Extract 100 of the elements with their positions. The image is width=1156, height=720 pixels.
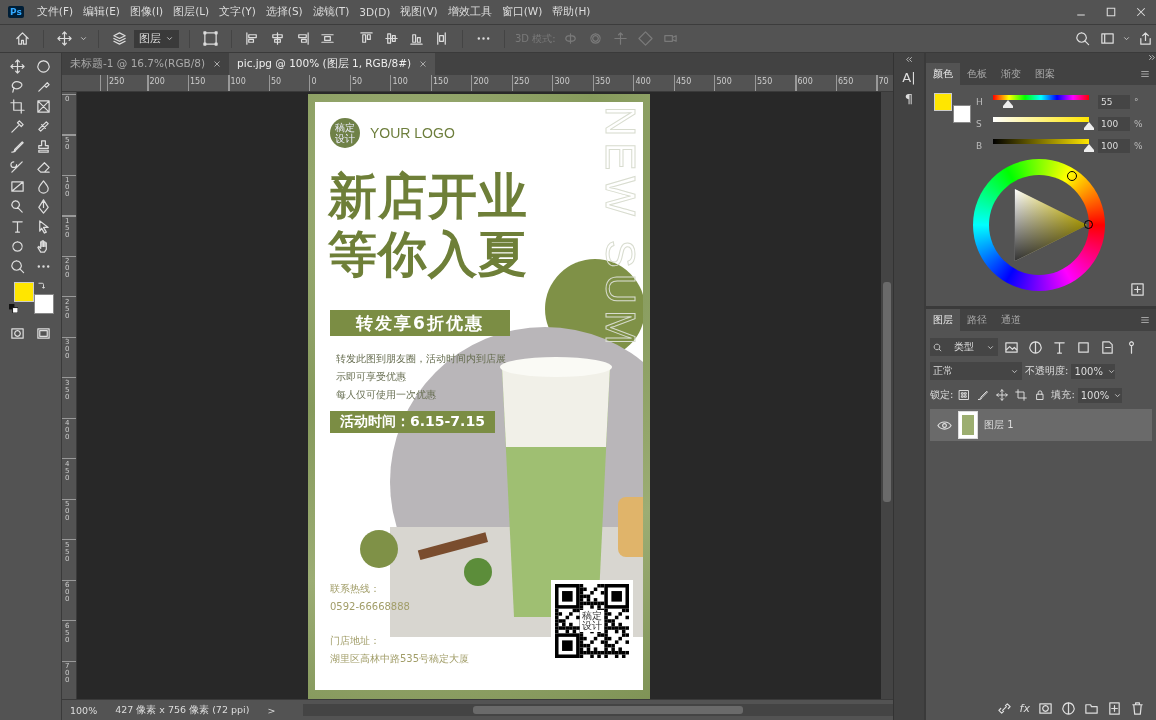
- zoom-level[interactable]: 100%: [70, 704, 98, 716]
- panel-tab[interactable]: 路径: [960, 309, 994, 331]
- adjustment-filter-icon[interactable]: [1028, 339, 1043, 355]
- caret-icon[interactable]: [1122, 34, 1131, 43]
- path-select-icon[interactable]: [36, 219, 51, 234]
- channel-value-field[interactable]: 55: [1098, 94, 1130, 109]
- panel-tab[interactable]: 色板: [960, 63, 994, 85]
- background-color-swatch[interactable]: [953, 105, 971, 123]
- scrollbar-thumb[interactable]: [883, 282, 891, 502]
- shape-filter-icon[interactable]: [1076, 339, 1091, 355]
- paragraph-panel-button[interactable]: ¶: [904, 91, 914, 106]
- layer-row[interactable]: 图层 1: [930, 409, 1152, 441]
- type-icon[interactable]: [10, 219, 25, 234]
- lock-artboard-icon[interactable]: [1015, 389, 1028, 401]
- foreground-color-swatch[interactable]: [13, 282, 34, 302]
- menu-item[interactable]: 编辑(E): [78, 5, 125, 19]
- transform-controls-icon[interactable]: [203, 31, 218, 46]
- menu-item[interactable]: 文件(F): [31, 5, 79, 19]
- expand-icon[interactable]: [1147, 53, 1156, 62]
- stamp-icon[interactable]: [36, 139, 51, 154]
- distribute-icon[interactable]: [320, 31, 335, 46]
- panel-tab[interactable]: 图案: [1028, 63, 1062, 85]
- menu-item[interactable]: 滤镜(T): [307, 5, 355, 19]
- dodge-icon[interactable]: [10, 199, 25, 214]
- scrollbar-thumb[interactable]: [473, 706, 744, 714]
- menu-item[interactable]: 图像(I): [124, 5, 169, 19]
- blur-drop-icon[interactable]: [36, 179, 51, 194]
- move-tool-icon[interactable]: [57, 31, 72, 46]
- close-icon[interactable]: [213, 60, 222, 68]
- home-icon[interactable]: [15, 31, 30, 46]
- auto-select-dropdown[interactable]: 图层: [134, 29, 179, 48]
- elliptical-marquee-icon[interactable]: [36, 59, 51, 74]
- collapse-icon[interactable]: [904, 55, 914, 64]
- menu-item[interactable]: 视图(V): [395, 5, 443, 19]
- channel-value-field[interactable]: 100: [1098, 138, 1130, 153]
- history-brush-icon[interactable]: [10, 159, 25, 174]
- add-color-icon[interactable]: [1130, 282, 1145, 297]
- align-top-icon[interactable]: [359, 31, 374, 46]
- adjustment-layer-icon[interactable]: [1061, 700, 1076, 716]
- smart-object-filter-icon[interactable]: [1100, 339, 1115, 355]
- workspace-icon[interactable]: [1100, 31, 1115, 46]
- align-center-icon[interactable]: [270, 31, 285, 46]
- app-logo[interactable]: Ps: [8, 6, 24, 18]
- pen-icon[interactable]: [36, 199, 51, 214]
- layer-stack-icon[interactable]: [112, 31, 127, 46]
- status-arrow[interactable]: >: [267, 704, 276, 716]
- align-left-icon[interactable]: [245, 31, 260, 46]
- slider-thumb[interactable]: [1002, 100, 1013, 108]
- trash-icon[interactable]: [1130, 700, 1145, 716]
- search-icon[interactable]: [1075, 31, 1090, 46]
- image-filter-icon[interactable]: [1004, 339, 1019, 355]
- panel-tab[interactable]: 渐变: [994, 63, 1028, 85]
- eraser-icon[interactable]: [36, 159, 51, 174]
- align-middle-icon[interactable]: [384, 31, 399, 46]
- align-bottom-icon[interactable]: [409, 31, 424, 46]
- healing-brush-icon[interactable]: [36, 119, 51, 134]
- menu-item[interactable]: 选择(S): [260, 5, 308, 19]
- share-icon[interactable]: [1138, 31, 1153, 46]
- menu-item[interactable]: 增效工具: [442, 5, 497, 19]
- type-filter-icon[interactable]: [1052, 339, 1067, 355]
- menu-item[interactable]: 帮助(H): [547, 5, 596, 19]
- move-tool-icon[interactable]: [10, 59, 25, 74]
- align-right-icon[interactable]: [295, 31, 310, 46]
- character-panel-button[interactable]: A|: [902, 70, 916, 85]
- quick-select-icon[interactable]: [36, 79, 51, 94]
- opacity-field[interactable]: 100%: [1071, 363, 1116, 379]
- zoom-icon[interactable]: [10, 259, 25, 274]
- lock-brush-icon[interactable]: [977, 389, 990, 401]
- panel-tab[interactable]: 图层: [926, 309, 960, 331]
- new-layer-icon[interactable]: [1107, 700, 1122, 716]
- panel-menu-icon[interactable]: [1140, 315, 1150, 325]
- fill-field[interactable]: 100%: [1077, 387, 1122, 403]
- foreground-color-swatch[interactable]: [934, 93, 952, 111]
- channel-value-field[interactable]: 100: [1098, 116, 1130, 131]
- slider-thumb[interactable]: [1084, 144, 1094, 152]
- menu-item[interactable]: 文字(Y): [214, 5, 261, 19]
- distribute-vertical-icon[interactable]: [434, 31, 449, 46]
- screen-mode-icon[interactable]: [36, 326, 51, 341]
- filter-type-dropdown[interactable]: 类型: [930, 338, 998, 356]
- maximize-icon[interactable]: [1105, 6, 1117, 18]
- add-mask-icon[interactable]: [1038, 700, 1053, 716]
- frame-icon[interactable]: [36, 99, 51, 114]
- caret-icon[interactable]: [79, 34, 88, 43]
- lock-all-icon[interactable]: [1034, 389, 1047, 401]
- slider-thumb[interactable]: [1084, 122, 1094, 130]
- blend-mode-dropdown[interactable]: 正常: [930, 362, 1022, 380]
- quick-mask-icon[interactable]: [10, 326, 25, 341]
- eyedropper-icon[interactable]: [10, 119, 25, 134]
- link-layers-icon[interactable]: [996, 700, 1012, 716]
- lasso-icon[interactable]: [10, 79, 25, 94]
- document-tab[interactable]: pic.jpg @ 100% (图层 1, RGB/8#): [229, 53, 436, 75]
- layer-style-button[interactable]: fx: [1016, 701, 1033, 715]
- menu-item[interactable]: 图层(L): [168, 5, 215, 19]
- background-color-swatch[interactable]: [33, 294, 54, 314]
- crop-icon[interactable]: [10, 99, 25, 114]
- panel-tab[interactable]: 通道: [994, 309, 1028, 331]
- brush-icon[interactable]: [10, 139, 25, 154]
- menu-item[interactable]: 3D(D): [354, 6, 396, 18]
- default-colors-icon[interactable]: [8, 304, 18, 313]
- panel-menu-icon[interactable]: [1140, 69, 1150, 79]
